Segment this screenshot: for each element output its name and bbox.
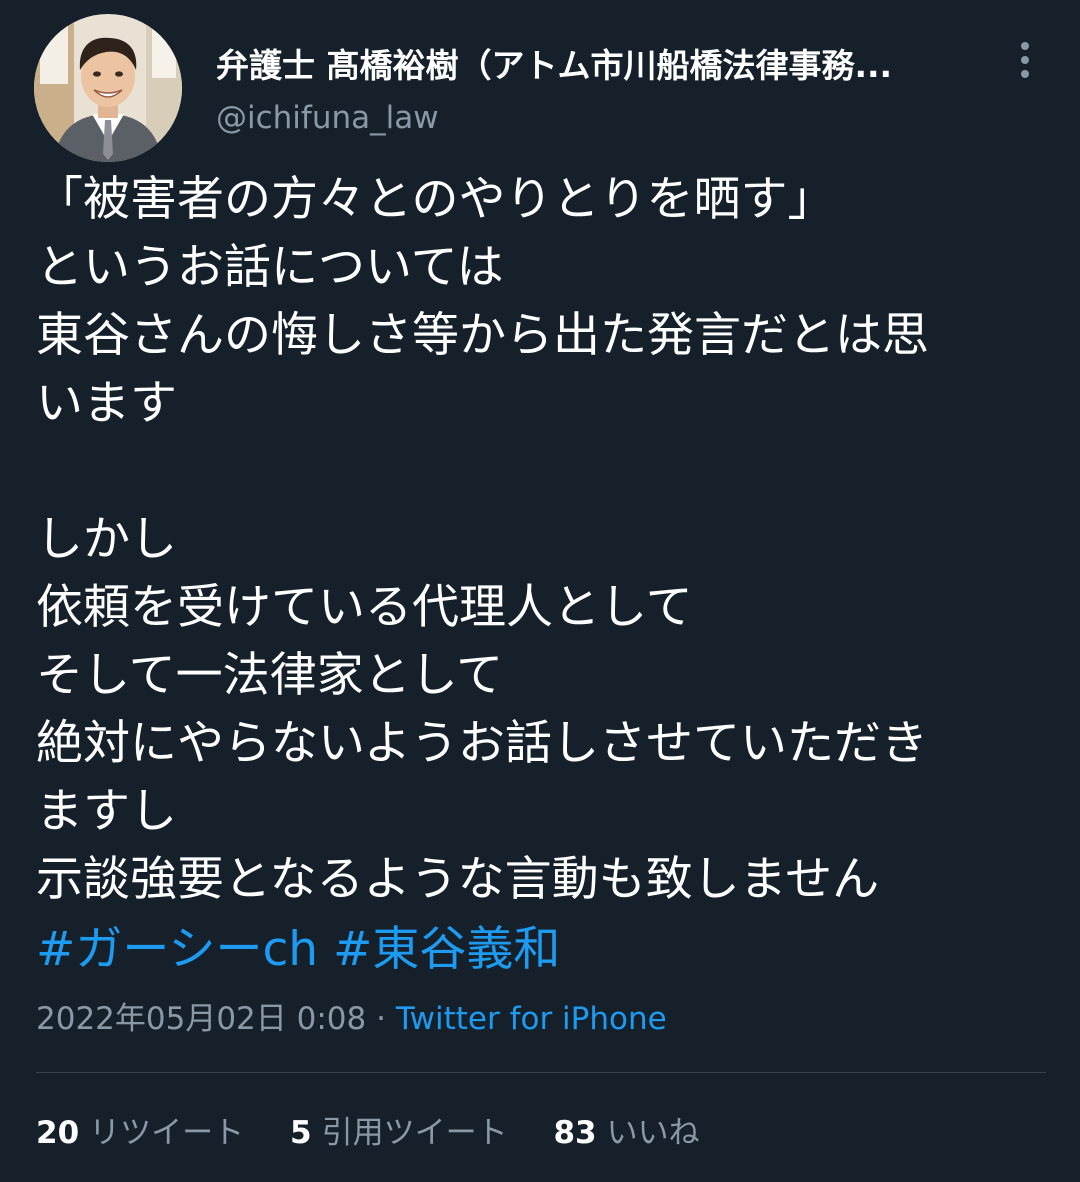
author-display-name[interactable]: 弁護士 髙橋裕樹（アトム市川船橋法律事務... bbox=[216, 42, 892, 90]
retweets-stat[interactable]: 20 リツイート bbox=[36, 1108, 244, 1158]
tweet-line: 絶対にやらないようお話しさせていただき bbox=[36, 716, 929, 771]
quotes-stat[interactable]: 5 引用ツイート bbox=[290, 1108, 508, 1158]
avatar-image bbox=[34, 14, 182, 162]
divider bbox=[36, 1072, 1046, 1073]
tweet-line: ますし bbox=[36, 784, 177, 839]
tweet-line: います bbox=[36, 376, 177, 431]
tweet-text: 「被害者の方々とのやりとりを晒す」 というお話については 東谷さんの悔しさ等から… bbox=[36, 166, 1046, 914]
more-options-button[interactable] bbox=[1004, 38, 1046, 82]
tweet-line: 依頼を受けている代理人として bbox=[36, 580, 693, 635]
engagement-stats: 20 リツイート 5 引用ツイート 83 いいね bbox=[36, 1108, 736, 1158]
tweet-line: 東谷さんの悔しさ等から出た発言だとは思 bbox=[36, 308, 929, 363]
quotes-count: 5 bbox=[290, 1115, 312, 1151]
tweet-timestamp[interactable]: 2022年05月02日 0:08 bbox=[36, 1001, 366, 1037]
tweet-line: 「被害者の方々とのやりとりを晒す」 bbox=[36, 172, 835, 227]
hashtags: #ガーシーch #東谷義和 bbox=[36, 916, 560, 984]
hashtag-link[interactable]: #ガーシーch bbox=[36, 922, 318, 977]
hashtag-link[interactable]: #東谷義和 bbox=[333, 922, 560, 977]
likes-stat[interactable]: 83 いいね bbox=[553, 1108, 699, 1158]
quotes-label: 引用ツイート bbox=[321, 1115, 508, 1151]
tweet-line: そして一法律家として bbox=[36, 648, 504, 703]
retweets-label: リツイート bbox=[89, 1115, 245, 1151]
likes-label: いいね bbox=[606, 1115, 700, 1151]
author-handle[interactable]: @ichifuna_law bbox=[216, 96, 439, 140]
tweet-line: というお話については bbox=[36, 240, 504, 295]
retweets-count: 20 bbox=[36, 1115, 80, 1151]
tweet-meta: 2022年05月02日 0:08 · Twitter for iPhone bbox=[36, 996, 667, 1042]
likes-count: 83 bbox=[553, 1115, 597, 1151]
meta-separator: · bbox=[366, 1001, 396, 1037]
tweet-line: しかし bbox=[36, 512, 177, 567]
tweet-source-link[interactable]: Twitter for iPhone bbox=[396, 1001, 667, 1037]
avatar[interactable] bbox=[34, 14, 182, 162]
tweet-line: 示談強要となるような言動も致しません bbox=[36, 852, 880, 907]
